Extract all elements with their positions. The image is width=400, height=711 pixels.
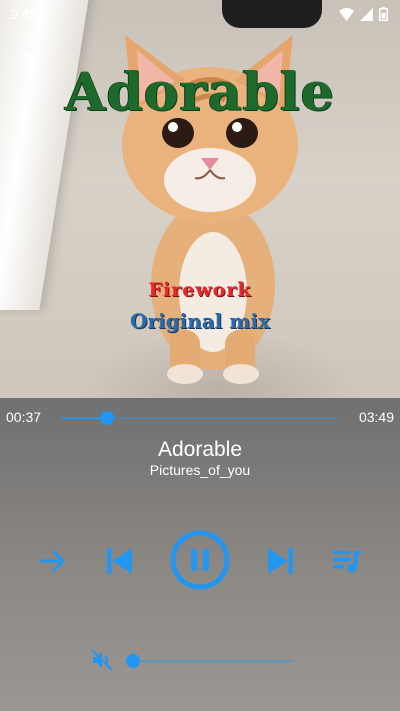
playback-mode-button[interactable] (36, 544, 70, 578)
seek-bar-thumb[interactable] (99, 411, 114, 425)
track-title: Adorable (157, 438, 243, 461)
volume-off-icon (91, 649, 113, 671)
queue-button[interactable] (329, 544, 365, 578)
volume-slider-thumb[interactable] (126, 654, 140, 668)
status-time: 9:45 (10, 6, 38, 22)
total-duration: 03:49 (358, 409, 394, 425)
volume-slider[interactable] (126, 654, 293, 668)
collapse-player-button[interactable] (18, 44, 46, 72)
pause-circle-icon (170, 530, 230, 590)
wifi-icon (339, 7, 354, 21)
status-icons (339, 7, 388, 21)
previous-track-button[interactable] (100, 542, 138, 580)
artwork-label-firework: Firework (148, 279, 252, 301)
status-bar: 9:45 (0, 0, 400, 28)
skip-previous-icon (107, 548, 132, 574)
arrow-right-icon (39, 550, 65, 572)
seek-bar[interactable] (62, 411, 338, 425)
artwork-title-text: Adorable (65, 62, 335, 123)
play-pause-button[interactable] (170, 530, 230, 590)
next-track-button[interactable] (262, 542, 300, 580)
player-controls-panel: 00:37 03:49 Adorable Pictures_of_you (0, 398, 400, 711)
chevron-down-icon (21, 51, 43, 65)
elapsed-time: 00:37 (6, 409, 42, 425)
queue-music-icon (333, 551, 361, 573)
artwork-label-mix: Original mix (130, 309, 270, 333)
album-artwork: Adorable Firework Original mix (0, 0, 400, 398)
cellular-signal-icon (360, 7, 373, 21)
skip-next-icon (268, 548, 293, 574)
battery-icon (379, 7, 388, 21)
mute-button[interactable] (89, 648, 115, 672)
track-artist: Pictures_of_you (149, 462, 251, 478)
